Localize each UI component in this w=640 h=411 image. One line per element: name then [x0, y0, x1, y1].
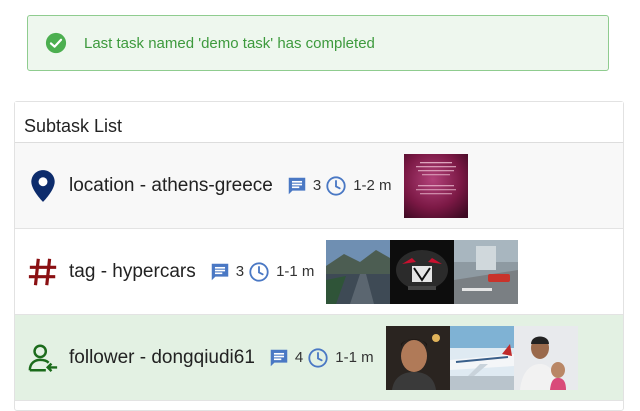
duration: 1-1 m: [335, 349, 374, 366]
success-alert: Last task named 'demo task' has complete…: [27, 15, 609, 71]
selfie-image[interactable]: [385, 325, 450, 390]
family-photo-image[interactable]: [513, 325, 578, 390]
alert-message: Last task named 'demo task' has complete…: [84, 34, 375, 52]
location-pin-icon: [27, 169, 59, 203]
thumbnail-strip: [403, 153, 468, 218]
comment-icon: [270, 349, 288, 366]
subtask-meta: 4 1-1 m: [268, 347, 374, 369]
subtask-name: follower - dongqiudi61: [69, 346, 255, 368]
subtask-panel: Subtask List location - athens-greece 3 …: [14, 101, 624, 411]
road-image[interactable]: [326, 239, 391, 304]
subtask-row-location[interactable]: location - athens-greece 3 1-2 m: [15, 143, 623, 229]
clock-icon: [249, 261, 269, 282]
thumbnail-strip: [326, 239, 519, 304]
subtask-row-follower[interactable]: follower - dongqiudi61 4 1-1 m: [15, 315, 623, 401]
comment-count: 4: [294, 349, 304, 366]
subtask-meta: 3 1-1 m: [209, 261, 315, 283]
comment-count: 3: [235, 263, 245, 280]
poster-image[interactable]: [403, 153, 468, 218]
subtask-row-tag[interactable]: tag - hypercars 3 1-1 m: [15, 229, 623, 315]
hashtag-icon: [27, 255, 59, 289]
subtask-meta: 3 1-2 m: [286, 175, 392, 197]
panel-title: Subtask List: [15, 102, 623, 143]
person-follower-icon: [27, 341, 59, 375]
duration: 1-1 m: [276, 263, 315, 280]
clock-icon: [326, 175, 346, 196]
street-image[interactable]: [454, 239, 519, 304]
car-front-image[interactable]: [390, 239, 455, 304]
subtask-name: tag - hypercars: [69, 260, 196, 282]
check-circle-icon: [45, 32, 67, 54]
comment-icon: [288, 177, 306, 194]
thumbnail-strip: [385, 325, 578, 390]
duration: 1-2 m: [353, 177, 392, 194]
airplane-image[interactable]: [449, 325, 514, 390]
comment-count: 3: [312, 177, 322, 194]
subtask-name: location - athens-greece: [69, 174, 273, 196]
clock-icon: [308, 347, 328, 368]
comment-icon: [211, 263, 228, 280]
